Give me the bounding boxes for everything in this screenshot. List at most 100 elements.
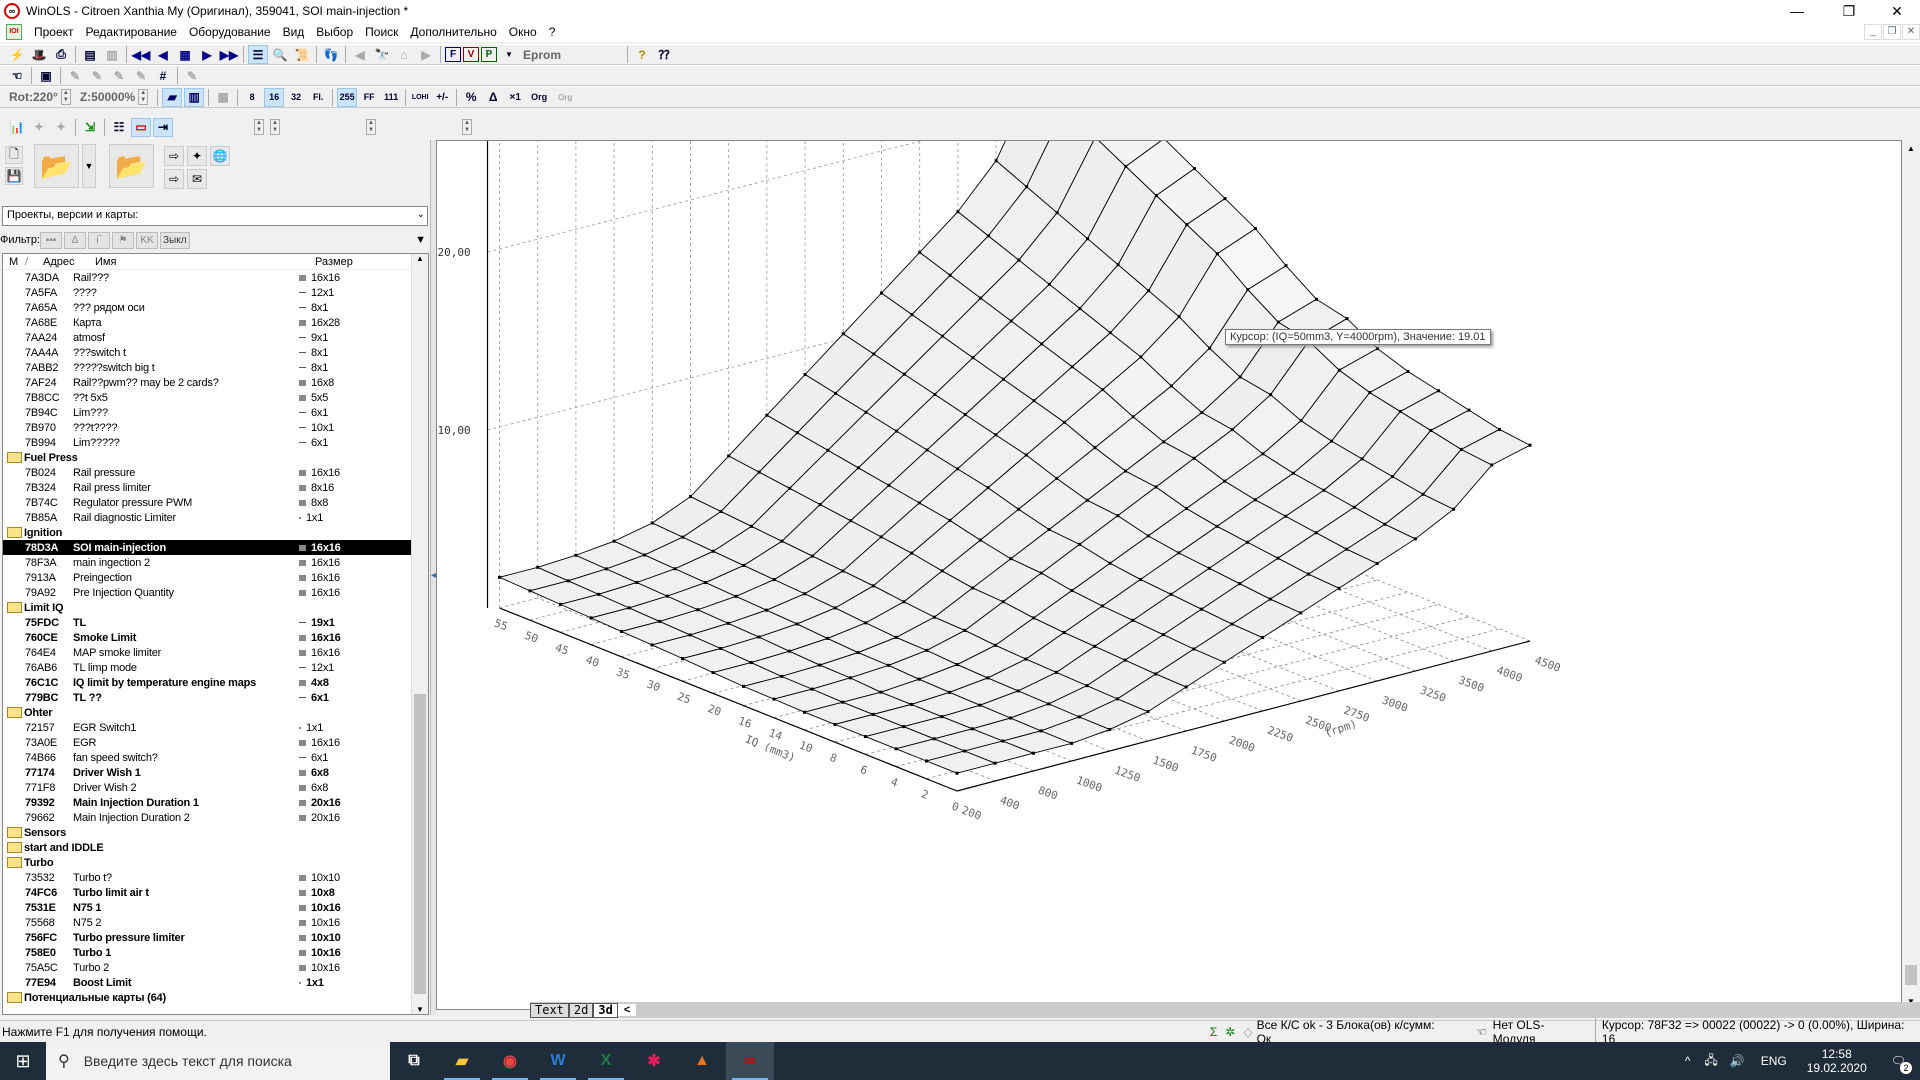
last-icon[interactable]: ▶▶ [219, 45, 239, 64]
network-icon[interactable]: 🖧 [1698, 1051, 1723, 1072]
minimize-button[interactable]: — [1774, 0, 1820, 22]
map-row[interactable]: 78D3A SOI main-injection 16x16 [3, 540, 428, 555]
hat-icon[interactable]: 🎩 [29, 45, 49, 64]
first-icon[interactable]: ◀◀ [131, 45, 151, 64]
hand-icon[interactable]: ☜ [7, 66, 27, 85]
spinner-3[interactable]: ▲ ▼ [366, 119, 376, 135]
map-row[interactable]: 7B324 Rail press limiter 8x16 [3, 480, 428, 495]
filter-off-button[interactable]: Зыкл [160, 231, 190, 249]
chart-wand-disabled-1-icon[interactable]: ✦ [29, 118, 49, 137]
map-row[interactable]: 7AF24 Rail??pwm?? may be 2 cards? 16x8 [3, 375, 428, 390]
folder-row[interactable]: Turbo [3, 855, 428, 870]
axis-icon[interactable]: ☷ [109, 118, 129, 137]
document-menu-icon[interactable]: IOI [6, 24, 22, 40]
decimal-button[interactable]: 255 [337, 87, 358, 107]
menu-project[interactable]: Проект [28, 25, 80, 39]
menu-view[interactable]: Вид [277, 25, 311, 39]
slack-app[interactable]: ✱ [630, 1042, 678, 1080]
folder-row[interactable]: Ohter [3, 705, 428, 720]
dropdown-arrow-icon[interactable]: ▼ [499, 45, 519, 64]
project-combo[interactable]: Проекты, версии и карты: ⌄ [2, 206, 428, 226]
help-icon[interactable]: ? [632, 45, 652, 64]
map-row[interactable]: 756FC Turbo pressure limiter 10x10 [3, 930, 428, 945]
map-row[interactable]: 7A5FA???? 12x1 [3, 285, 428, 300]
forward-icon[interactable]: ▶ [416, 45, 436, 64]
spinner-2[interactable]: ▲ ▼ [270, 119, 280, 135]
frame-icon[interactable]: ▭ [131, 117, 151, 137]
back-icon[interactable]: ◀ [350, 45, 370, 64]
map-row[interactable]: 79A92 Pre Injection Quantity 16x16 [3, 585, 428, 600]
percent-button[interactable]: % [461, 88, 481, 107]
hex-button[interactable]: FF [359, 88, 379, 107]
map-row[interactable]: 7B970 ???t???? 10x1 [3, 420, 428, 435]
sign-button[interactable]: +/- [432, 88, 452, 107]
tool-disabled-3-icon[interactable]: ✎ [109, 66, 129, 85]
rotation-spinner[interactable]: ▲ ▼ [60, 89, 71, 105]
prev-icon[interactable]: ◀ [153, 45, 173, 64]
open-button[interactable]: 📂 [34, 144, 79, 188]
map-row[interactable]: 7B94C Lim??? 6x1 [3, 405, 428, 420]
word-app[interactable]: W [534, 1042, 582, 1080]
tree-view-icon[interactable]: ☰ [248, 45, 268, 64]
tool-disabled-1-icon[interactable]: ✎ [65, 66, 85, 85]
float-button[interactable]: Fl. [308, 88, 328, 107]
tab-2d[interactable]: 2d [568, 1002, 594, 1018]
map-row[interactable]: 72157 EGR Switch1 1x1 [3, 720, 428, 735]
columns-arrow-icon[interactable]: ⇥ [153, 117, 173, 137]
chart-wand-icon[interactable]: 📊 [7, 118, 27, 137]
filter-delta-button[interactable]: Δ [64, 231, 87, 249]
map-row[interactable]: 764E4 MAP smoke limiter 16x16 [3, 645, 428, 660]
tool-disabled-4-icon[interactable]: ✎ [131, 66, 151, 85]
task-view-button[interactable]: ⧉ [390, 1042, 438, 1080]
map-row[interactable]: 76AB6 TL limp mode 12x1 [3, 660, 428, 675]
chart-scroll-thumb[interactable] [1905, 965, 1917, 985]
map-row[interactable]: 75FDC TL 19x1 [3, 615, 428, 630]
f-button[interactable]: F [445, 47, 461, 62]
menu-help[interactable]: ? [543, 25, 562, 39]
notifications-button[interactable]: 🗨 2 [1877, 1054, 1920, 1074]
menu-edit[interactable]: Редактирование [80, 25, 183, 39]
column-m[interactable]: M [3, 256, 19, 268]
grid-icon[interactable]: ▦ [175, 45, 195, 64]
map-row[interactable]: 7ABB2 ?????switch big t 8x1 [3, 360, 428, 375]
map-row[interactable]: 758E0 Turbo 1 10x16 [3, 945, 428, 960]
export-file-button[interactable]: ⇨ [164, 169, 184, 189]
folder-row[interactable]: Потенциальные карты (64) [3, 990, 428, 1005]
tab-text[interactable]: Text [530, 1002, 569, 1018]
spinner-1[interactable]: ▲ ▼ [254, 119, 264, 135]
map-row[interactable]: 771F8 Driver Wish 2 6x8 [3, 780, 428, 795]
map-row[interactable]: 7A65A ??? рядом оси 8x1 [3, 300, 428, 315]
map-row[interactable]: 73532 Turbo t? 10x10 [3, 870, 428, 885]
map-row[interactable]: 760CE Smoke Limit 16x16 [3, 630, 428, 645]
spinner-4[interactable]: ▲ ▼ [462, 119, 472, 135]
folder-row[interactable]: start and IDDLE [3, 840, 428, 855]
map-row[interactable]: 7B85A Rail diagnostic Limiter 1x1 [3, 510, 428, 525]
tab-3d[interactable]: 3d [593, 1002, 618, 1018]
connect-icon[interactable]: ⚡ [7, 45, 27, 64]
filter-type-button[interactable]: ▪▪▪ [40, 231, 63, 249]
map-row[interactable]: 79392 Main Injection Duration 1 20x16 [3, 795, 428, 810]
map-row[interactable]: 78F3A main ingection 2 16x16 [3, 555, 428, 570]
factor-button[interactable]: ×1 [505, 88, 525, 107]
delta-button[interactable]: Δ [483, 88, 503, 107]
list-scrollbar[interactable]: ▲ ▼ [411, 254, 428, 1014]
filter-range-button[interactable]: i‾ [88, 231, 111, 249]
chart-scrollbar[interactable]: ▲ ▼ [1902, 140, 1920, 1010]
lohi-button[interactable]: LOHI [410, 88, 430, 107]
list-scroll-thumb[interactable] [414, 694, 426, 994]
new-button[interactable]: 🗋 [5, 146, 23, 164]
close-button[interactable]: ✕ [1874, 0, 1920, 22]
open-dropdown-button[interactable]: ▼ [82, 144, 96, 188]
chrome-app[interactable]: ◉ [486, 1042, 534, 1080]
import-file-button[interactable]: ⇨ [164, 146, 184, 166]
map-row[interactable]: 7B8CC ??t 5x5 5x5 [3, 390, 428, 405]
map-row[interactable]: 75A5C Turbo 2 10x16 [3, 960, 428, 975]
map-row[interactable]: 77E94 Boost Limit 1x1 [3, 975, 428, 990]
v-button[interactable]: V [463, 47, 479, 62]
bits-16-button[interactable]: 16 [264, 87, 285, 107]
filter-kk-button[interactable]: KK [136, 231, 159, 249]
binoculars-icon[interactable]: 🔭 [372, 45, 392, 64]
scroll-up-icon[interactable]: ▲ [1902, 144, 1920, 153]
panel-dropdown-icon[interactable]: ▼ [415, 234, 426, 246]
map-row[interactable]: 76C1C IQ limit by temperature engine maps… [3, 675, 428, 690]
